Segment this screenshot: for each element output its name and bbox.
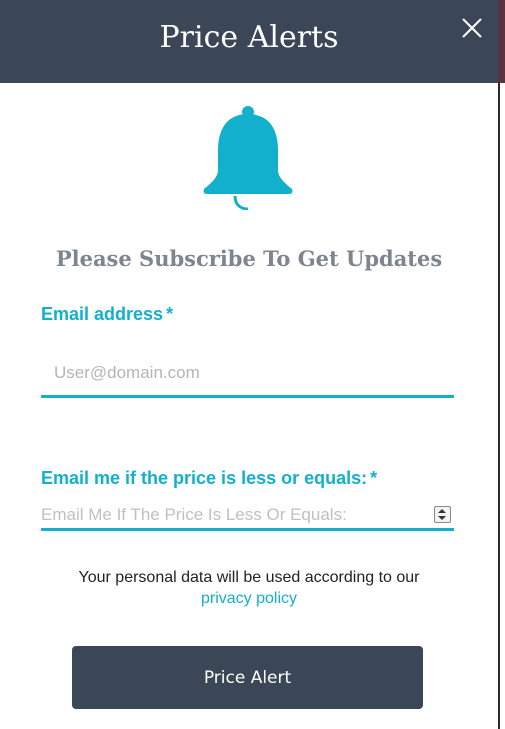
required-mark: *	[166, 304, 174, 324]
backdrop-header-area	[498, 0, 505, 83]
price-alert-button[interactable]: Price Alert	[72, 646, 423, 709]
email-label-text: Email address	[41, 304, 164, 324]
consent-text: Your personal data will be used accordin…	[78, 569, 420, 586]
email-label: Email address *	[41, 303, 173, 325]
required-mark: *	[370, 468, 378, 488]
number-spinner[interactable]	[434, 506, 451, 523]
bell-icon	[203, 106, 293, 210]
privacy-policy-link[interactable]: privacy policy	[201, 590, 297, 607]
close-icon	[462, 18, 482, 38]
price-field	[41, 502, 454, 531]
privacy-notice: Your personal data will be used accordin…	[0, 567, 498, 609]
scrollbar-edge	[498, 83, 500, 729]
price-alert-modal: Price Alerts Please Subscribe To Get Upd…	[0, 0, 498, 729]
modal-header: Price Alerts	[0, 0, 498, 83]
spinner-up-icon[interactable]	[438, 509, 446, 513]
price-input[interactable]	[41, 502, 421, 528]
spinner-down-icon[interactable]	[438, 516, 446, 520]
page-backdrop	[498, 0, 505, 729]
close-button[interactable]	[461, 17, 483, 39]
modal-title: Price Alerts	[159, 20, 339, 55]
email-input[interactable]	[41, 350, 454, 398]
price-label: Email me if the price is less or equals:…	[41, 467, 377, 489]
subscribe-heading: Please Subscribe To Get Updates	[55, 246, 443, 271]
price-label-text: Email me if the price is less or equals:	[41, 468, 368, 488]
